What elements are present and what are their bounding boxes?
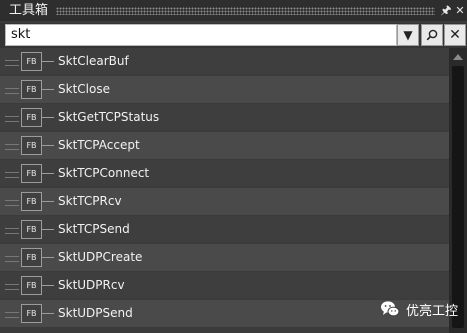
scroll-thumb[interactable] [452, 66, 464, 328]
list-item-label: SktTCPRcv [58, 194, 122, 208]
search-dropdown-button[interactable]: ▼ [397, 24, 419, 46]
list-item[interactable]: FB SktTCPSend [0, 216, 449, 243]
fb-badge: FB [21, 108, 42, 127]
list-item-label: SktGetTCPStatus [58, 110, 160, 124]
list-item-label: SktUDPCreate [58, 250, 143, 264]
list-item-label: SktTCPSend [58, 222, 130, 236]
clear-search-button[interactable]: ✕ [444, 24, 466, 46]
fb-badge: FB [21, 220, 42, 239]
panel-title: 工具箱 [9, 3, 49, 18]
list-item[interactable]: FB SktUDPCreate [0, 244, 449, 271]
tree-connector [42, 285, 54, 286]
fb-badge: FB [21, 248, 42, 267]
list-item[interactable]: FB SktTCPAccept [0, 132, 449, 159]
search-icon [426, 29, 438, 41]
fb-badge: FB [21, 164, 42, 183]
tree-connector [5, 256, 19, 262]
list-item[interactable]: FB SktUDPRcv [0, 272, 449, 299]
function-block-list: FB SktClearBuf FB SktClose FB SktGetTCPS… [0, 48, 449, 333]
tree-connector [5, 144, 19, 150]
list-item-label: SktClose [58, 82, 110, 96]
fb-badge: FB [21, 80, 42, 99]
list-item[interactable]: FB SktClose [0, 76, 449, 103]
tree-connector [5, 312, 19, 318]
fb-badge: FB [21, 52, 42, 71]
tree-connector [5, 228, 19, 234]
tree-connector [42, 313, 54, 314]
tree-connector [42, 61, 54, 62]
list-item-label: SktUDPRcv [58, 278, 125, 292]
fb-badge: FB [21, 192, 42, 211]
list-item[interactable]: FB SktGetTCPStatus [0, 104, 449, 131]
pin-icon[interactable]: 🖈︎ [439, 0, 453, 21]
vertical-scrollbar[interactable] [449, 48, 467, 333]
tree-connector [5, 284, 19, 290]
search-button[interactable] [421, 24, 443, 46]
list-item-label: SktUDPSend [58, 306, 133, 320]
list-item[interactable]: FB SktTCPConnect [0, 160, 449, 187]
tree-connector [42, 89, 54, 90]
watermark: 优亮工控 [380, 299, 458, 319]
watermark-text: 优亮工控 [406, 303, 459, 319]
list-item-label: SktTCPConnect [58, 166, 150, 180]
list-item-label: SktClearBuf [58, 54, 129, 68]
wechat-logo-icon [380, 299, 400, 319]
tree-connector [5, 116, 19, 122]
fb-badge: FB [21, 304, 42, 323]
search-input[interactable] [5, 24, 397, 46]
chevron-down-icon: ▼ [403, 28, 413, 42]
fb-badge: FB [21, 136, 42, 155]
title-bar: 工具箱 🖈︎ ✕ [0, 0, 467, 21]
list-item-label: SktTCPAccept [58, 138, 140, 152]
tree-connector [42, 257, 54, 258]
tree-connector [42, 173, 54, 174]
tree-connector [5, 200, 19, 206]
tree-connector [5, 60, 19, 66]
tree-connector [5, 172, 19, 178]
list-item[interactable]: FB SktTCPRcv [0, 188, 449, 215]
scroll-up-icon[interactable] [453, 54, 463, 60]
tree-connector [42, 229, 54, 230]
fb-badge: FB [21, 276, 42, 295]
close-icon: ✕ [449, 27, 461, 43]
tree-connector [42, 201, 54, 202]
tree-connector [42, 117, 54, 118]
tree-connector [5, 88, 19, 94]
drag-grip[interactable] [56, 6, 435, 15]
list-item[interactable]: FB SktClearBuf [0, 48, 449, 75]
search-bar: ▼ ✕ [0, 23, 467, 48]
close-icon[interactable]: ✕ [453, 0, 467, 21]
tree-connector [42, 145, 54, 146]
